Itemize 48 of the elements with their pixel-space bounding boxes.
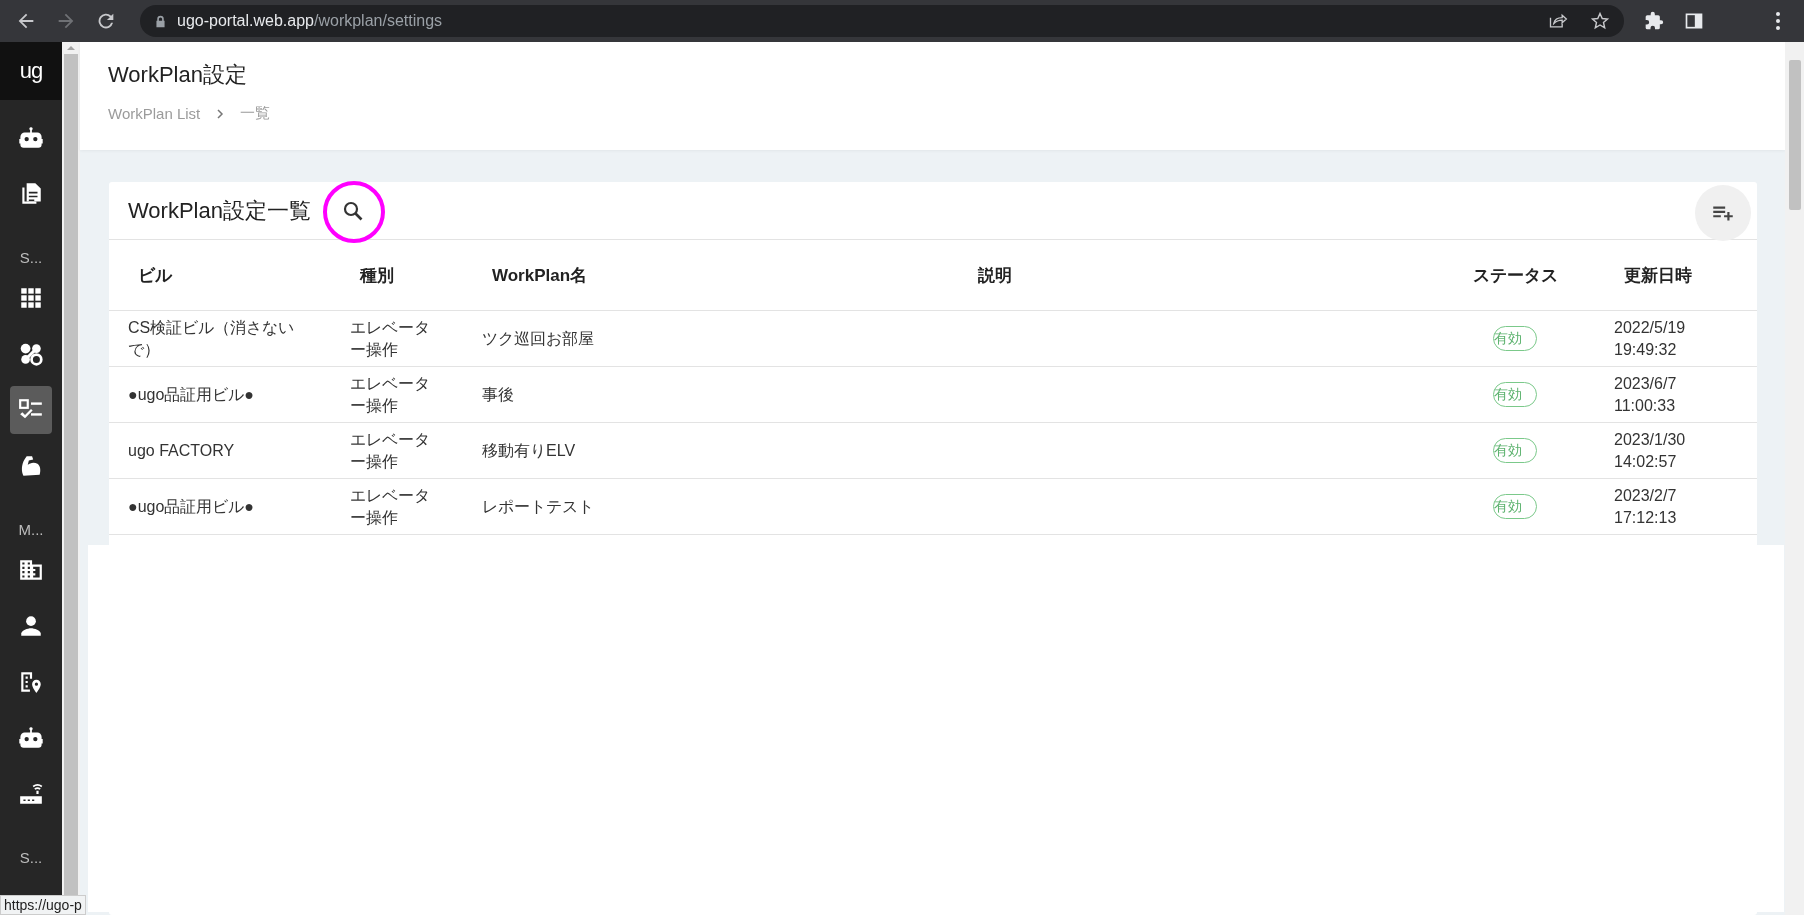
robot-icon xyxy=(18,725,44,751)
card-title: WorkPlan設定一覧 xyxy=(128,196,311,225)
sidebar-item[interactable] xyxy=(10,386,52,434)
kebab-menu-icon xyxy=(1776,12,1780,30)
scrollbar-thumb[interactable] xyxy=(64,54,78,895)
table-cell-text: 2023/1/30 14:02:57 xyxy=(1614,429,1687,472)
url-tooltip: https://ugo-p xyxy=(0,895,86,915)
column-header[interactable]: WorkPlan名 xyxy=(482,263,588,287)
table-cell-text: CS検証ビル（消さないで） xyxy=(128,317,296,360)
office-building-icon xyxy=(18,557,44,583)
star-icon xyxy=(1590,11,1610,31)
puzzle-icon xyxy=(1644,11,1664,31)
table-cell-text: ●ugo品証用ビル● xyxy=(128,384,255,405)
table-cell-text: 事後 xyxy=(482,384,514,405)
table-cell-text: ugo FACTORY xyxy=(128,440,235,461)
column-header[interactable]: ビル xyxy=(128,263,172,287)
nodes-icon xyxy=(18,341,44,367)
table-cell-text: ツク巡回お部屋 xyxy=(482,328,594,349)
page-title: WorkPlan設定 xyxy=(108,61,247,89)
building-pin-icon xyxy=(18,669,44,695)
column-header[interactable]: 種別 xyxy=(350,263,394,287)
breadcrumb-current: 一覧 xyxy=(240,104,271,123)
grid-icon xyxy=(18,285,44,311)
robot-icon xyxy=(18,125,44,151)
address-field[interactable]: ugo-portal.web.app/workplan/settings xyxy=(140,5,1624,37)
side-panel-icon xyxy=(1684,11,1704,31)
table-cell-text: 移動有りELV xyxy=(482,440,576,461)
column-header[interactable]: 更新日時 xyxy=(1614,263,1692,287)
router-icon xyxy=(18,781,44,807)
person-icon xyxy=(18,613,44,639)
lock-icon xyxy=(154,14,167,28)
table-cell-text: 2022/5/19 19:49:32 xyxy=(1614,317,1687,360)
table-cell-text: 2023/6/7 11:00:33 xyxy=(1614,373,1678,416)
table-cell-text: エレベーター操作 xyxy=(350,317,431,360)
table-cell-text: ●ugo品証用ビル● xyxy=(128,496,255,517)
table-cell-text: エレベーター操作 xyxy=(350,429,431,472)
table-cell-text: 2023/2/7 17:12:13 xyxy=(1614,485,1678,528)
section-label: S... xyxy=(19,249,43,268)
chevron-right-icon xyxy=(216,108,225,119)
scrollbar-thumb[interactable] xyxy=(1788,60,1801,210)
table-cell-text: エレベーター操作 xyxy=(350,373,431,416)
table-cell-text: エレベーター操作 xyxy=(350,485,431,528)
section-label: S... xyxy=(19,849,43,868)
logo[interactable]: ug xyxy=(0,42,62,100)
column-header[interactable]: 説明 xyxy=(968,263,1012,287)
column-header[interactable]: ステータス xyxy=(1472,263,1558,287)
table-cell-text: レポートテスト xyxy=(482,496,594,517)
section-label: M... xyxy=(18,521,44,540)
